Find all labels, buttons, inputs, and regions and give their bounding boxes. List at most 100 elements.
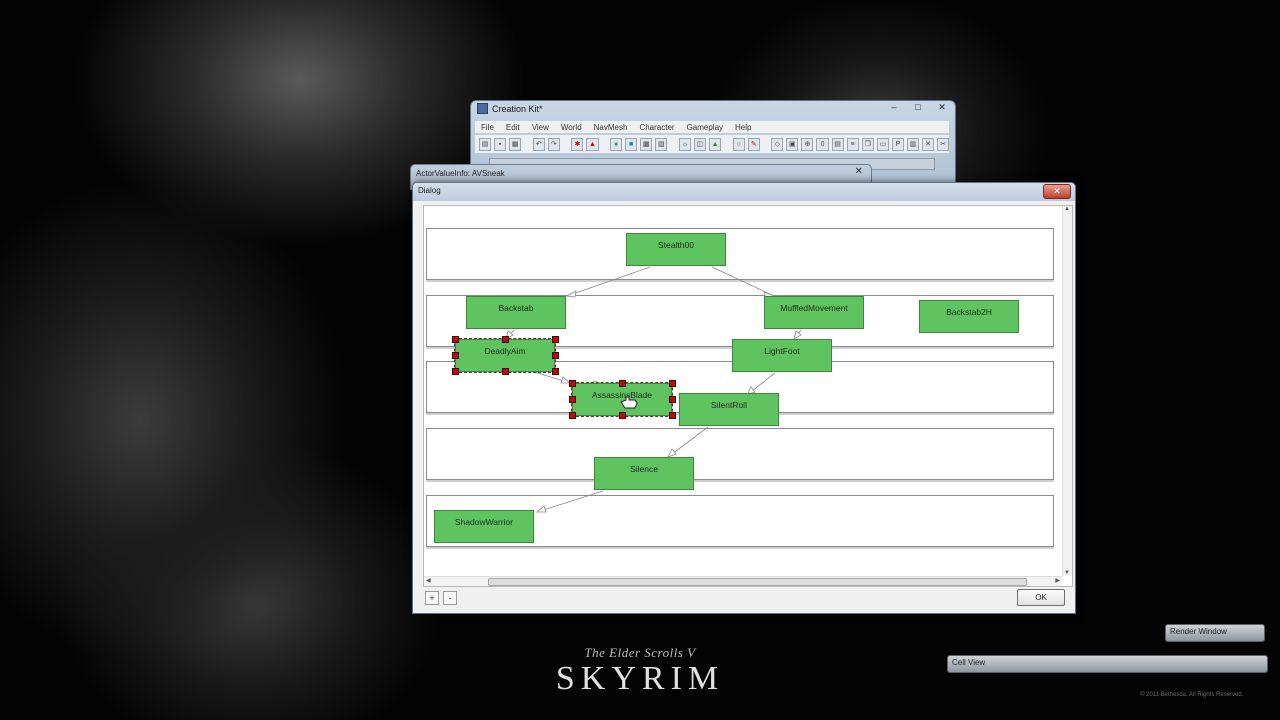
perk-label: Backstab (498, 303, 534, 313)
list-icon[interactable]: ≡ (846, 137, 859, 151)
redo-icon[interactable]: ↷ (547, 137, 560, 151)
perk-label: ShadowWarrior (454, 517, 514, 527)
selection-handle[interactable] (552, 368, 559, 375)
navmesh-icon[interactable]: ◇ (771, 137, 784, 151)
zero-icon[interactable]: 0 (816, 137, 829, 151)
scroll-right-icon[interactable]: ▶ (1055, 577, 1060, 584)
close-icon[interactable]: ✕ (1043, 184, 1071, 199)
selection-handle[interactable] (569, 380, 576, 387)
p-icon[interactable]: P (891, 137, 904, 151)
ok-button[interactable]: OK (1017, 589, 1065, 606)
scroll-up-icon[interactable]: ▲ (1064, 206, 1070, 212)
ck-window-title: Creation Kit* (492, 103, 543, 114)
selection-handle[interactable] (452, 336, 459, 343)
perk-tree-canvas[interactable]: Stealth00 Backstab MuffledMovement Backs… (424, 206, 1062, 576)
sky-icon[interactable]: ◫ (693, 137, 707, 151)
copyright-text: © 2011 Bethesda. All Rights Reserved. (1140, 692, 1244, 698)
perk-node-silentroll[interactable]: SilentRoll (679, 393, 779, 426)
perk-node-backstab2h[interactable]: Backstab2H (919, 300, 1019, 333)
cell-view-tab[interactable]: Cell View (947, 655, 1268, 673)
horizontal-scrollbar[interactable]: ◀ ▶ (424, 576, 1062, 586)
perk-label: MuffledMovement (780, 303, 848, 313)
ck-titlebar[interactable]: Creation Kit* (477, 103, 543, 114)
undo-icon[interactable]: ↶ (532, 137, 545, 151)
dialogue-icon[interactable]: ○ (732, 137, 745, 151)
selection-handle[interactable] (669, 380, 676, 387)
selection-handle[interactable] (669, 396, 676, 403)
water-icon[interactable]: ■ (625, 137, 638, 151)
table-icon[interactable]: ▥ (906, 137, 920, 151)
scroll-thumb[interactable] (488, 578, 1027, 586)
menu-file[interactable]: File (481, 123, 494, 132)
tools-icon[interactable]: ✂ (937, 137, 950, 151)
marker-icon[interactable]: ✱ (571, 137, 584, 151)
zoom-in-button[interactable]: + (425, 591, 439, 605)
menu-character[interactable]: Character (639, 123, 674, 132)
menu-gameplay[interactable]: Gameplay (687, 123, 723, 132)
selection-handle[interactable] (669, 412, 676, 419)
selection-handle[interactable] (452, 368, 459, 375)
perk-node-muffledmovement[interactable]: MuffledMovement (764, 296, 864, 329)
selection-handle[interactable] (552, 352, 559, 359)
sphere-icon[interactable]: ● (610, 137, 623, 151)
selection-handle[interactable] (452, 352, 459, 359)
scroll-left-icon[interactable]: ◀ (426, 577, 431, 584)
light-icon[interactable]: ☼ (678, 137, 691, 151)
zoom-out-button[interactable]: - (443, 591, 457, 605)
logo-title: SKYRIM (555, 660, 725, 697)
copy-icon[interactable]: ❐ (861, 137, 874, 151)
perk-tree-dialog: Dialog ✕ Stealth00 Backstab MuffledMovem… (412, 182, 1076, 614)
target-icon[interactable]: ⊕ (801, 137, 814, 151)
menu-navmesh[interactable]: NavMesh (594, 123, 628, 132)
vertical-scrollbar[interactable]: ▲ ▼ (1062, 206, 1072, 576)
minimize-icon[interactable]: – (885, 102, 903, 112)
logo-subtitle: The Elder Scrolls V (584, 645, 696, 660)
menu-edit[interactable]: Edit (506, 123, 520, 132)
x-icon[interactable]: ✕ (922, 137, 935, 151)
close-icon[interactable]: ✕ (933, 102, 951, 112)
perk-node-lightfoot[interactable]: LightFoot (732, 339, 832, 372)
render-window-label: Render Window (1170, 627, 1227, 636)
perk-node-shadowwarrior[interactable]: ShadowWarrior (434, 510, 534, 543)
scroll-down-icon[interactable]: ▼ (1064, 570, 1070, 576)
perk-label: SilentRoll (711, 400, 747, 410)
page-icon[interactable]: ▭ (876, 137, 889, 151)
landscape-icon[interactable]: ▲ (709, 137, 722, 151)
perk-node-silence[interactable]: Silence (594, 457, 694, 490)
dialog-titlebar[interactable]: Dialog ✕ (413, 183, 1075, 201)
perk-label: Backstab2H (946, 307, 992, 317)
menu-world[interactable]: World (561, 123, 582, 132)
tier-band (426, 228, 1054, 280)
collision-icon[interactable]: ▧ (655, 137, 668, 151)
maximize-icon[interactable]: □ (909, 102, 927, 112)
open-icon[interactable]: ▤ (479, 137, 492, 151)
selection-handle[interactable] (502, 368, 509, 375)
cell-view-label: Cell View (952, 658, 986, 667)
app-icon (477, 103, 488, 114)
preferences-icon[interactable]: ▦ (509, 137, 522, 151)
script-icon[interactable]: ✎ (747, 137, 760, 151)
close-icon[interactable]: ✕ (855, 166, 863, 177)
perk-label: Silence (630, 464, 658, 474)
selection-handle[interactable] (619, 412, 626, 419)
toolbar: ▤ ▪ ▦ ↶ ↷ ✱ ▲ ● ■ ▩ ▧ ☼ ◫ ▲ ○ ✎ ◇ ▣ ⊕ 0 … (475, 135, 950, 153)
menu-help[interactable]: Help (735, 123, 751, 132)
perk-label: DeadlyAim (484, 346, 526, 356)
render-window-tab[interactable]: Render Window (1165, 624, 1265, 642)
save-icon[interactable]: ▪ (494, 137, 507, 151)
menu-view[interactable]: View (532, 123, 549, 132)
perk-node-backstab[interactable]: Backstab (466, 296, 566, 329)
selection-handle[interactable] (569, 396, 576, 403)
selection-handle[interactable] (569, 412, 576, 419)
object-window-icon[interactable]: ▣ (786, 137, 799, 151)
terrain-icon[interactable]: ▲ (586, 137, 599, 151)
selection-handle[interactable] (502, 336, 509, 343)
perk-label: LightFoot (764, 346, 800, 356)
dialog-title: Dialog (418, 186, 441, 195)
perk-node-stealth00[interactable]: Stealth00 (626, 233, 726, 266)
selection-handle[interactable] (619, 380, 626, 387)
selection-handle[interactable] (552, 336, 559, 343)
tier-band (426, 428, 1054, 480)
grid-icon[interactable]: ▩ (640, 137, 653, 151)
layer-icon[interactable]: ▤ (831, 137, 844, 151)
